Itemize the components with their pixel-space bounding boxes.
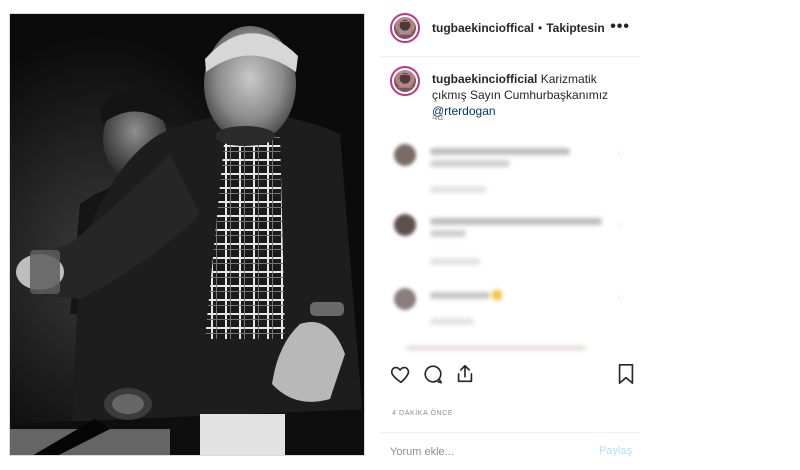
comment-meta-blurred: [430, 318, 474, 325]
post-side-panel: tugbaekincioffical • Takiptesin ••• tugb…: [380, 0, 640, 469]
comment-icon[interactable]: [422, 363, 444, 385]
comment-input[interactable]: [390, 442, 580, 462]
profile-avatar[interactable]: [390, 13, 420, 43]
comment-text-blurred: [430, 292, 490, 299]
add-comment-bar: Paylaş: [380, 432, 640, 470]
post-header: tugbaekincioffical • Takiptesin •••: [380, 0, 640, 57]
comment-text-blurred: [430, 148, 570, 155]
more-options-icon[interactable]: •••: [610, 18, 630, 36]
caption-avatar[interactable]: [390, 66, 420, 96]
save-icon[interactable]: [616, 363, 636, 385]
caption-username[interactable]: tugbaekinciofficial: [432, 72, 537, 86]
comment-like-icon[interactable]: ♡: [617, 294, 625, 305]
avatar-frame: [398, 74, 412, 88]
post-comment-button[interactable]: Paylaş: [599, 445, 632, 457]
caption-age: 4d: [432, 112, 444, 123]
like-icon[interactable]: [390, 363, 412, 385]
emoji-blurred: [492, 290, 502, 300]
instagram-post: tugbaekincioffical • Takiptesin ••• tugb…: [0, 0, 800, 469]
commenter-avatar[interactable]: [394, 144, 416, 166]
header-separator: •: [538, 21, 543, 35]
commenter-avatar[interactable]: [394, 214, 416, 236]
post-timestamp: 4 DAKİKA ÖNCE: [392, 410, 454, 417]
header-username[interactable]: tugbaekincioffical: [432, 21, 534, 35]
comment-text-blurred: [430, 218, 602, 225]
comment-text-blurred: [430, 230, 466, 237]
comment-meta-blurred: [430, 258, 480, 265]
follow-status[interactable]: Takiptesin: [546, 21, 604, 35]
caption-text: tugbaekinciofficial Karizmatik çıkmış Sa…: [432, 71, 632, 119]
comment-like-icon[interactable]: ♡: [617, 220, 625, 231]
post-photo[interactable]: [9, 13, 365, 456]
avatar-frame: [398, 21, 412, 35]
comment-meta-blurred: [430, 186, 486, 193]
post-image: [10, 14, 364, 455]
post-actions: [380, 360, 640, 390]
comment-text-blurred: [406, 346, 586, 350]
comment-text-blurred: [430, 160, 510, 167]
share-icon[interactable]: [454, 363, 476, 385]
comment-like-icon[interactable]: ♡: [617, 150, 625, 161]
commenter-avatar[interactable]: [394, 288, 416, 310]
